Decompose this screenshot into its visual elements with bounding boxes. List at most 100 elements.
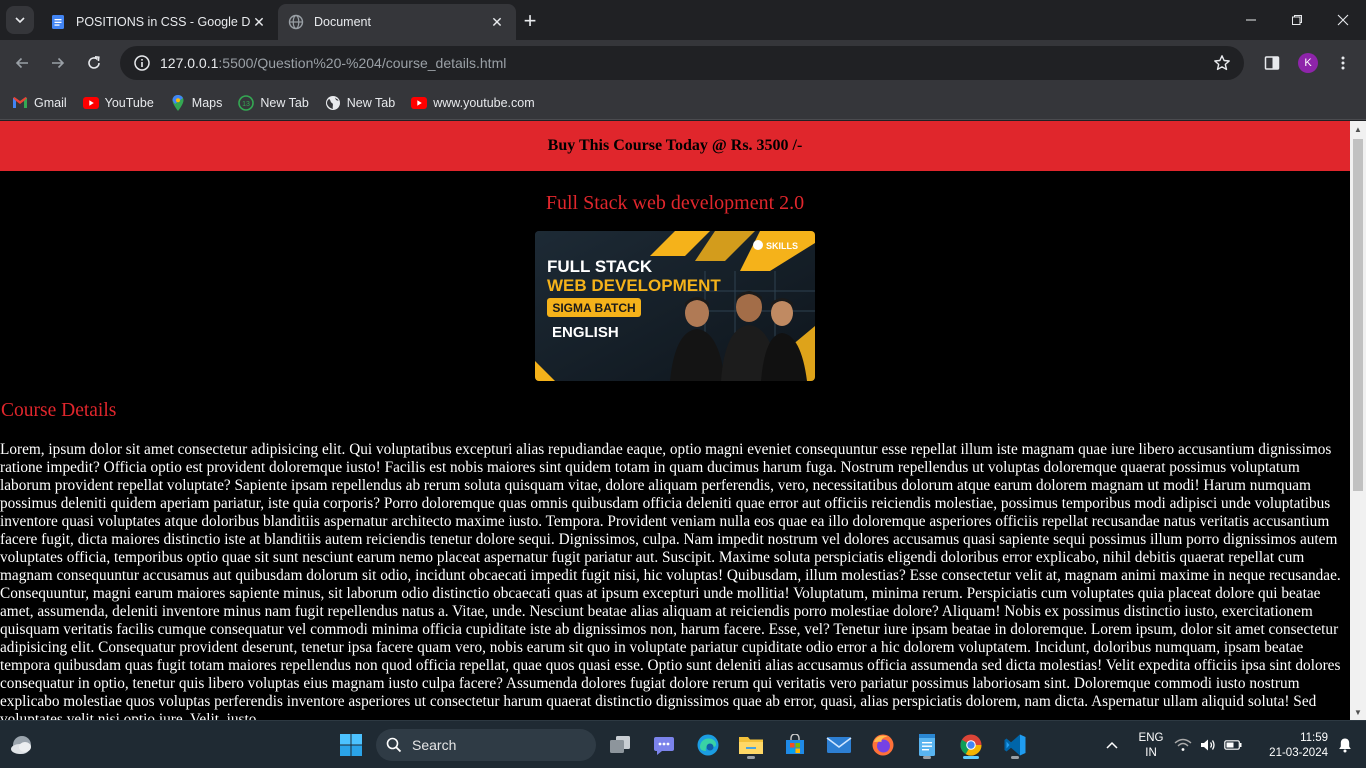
avatar: K <box>1298 53 1318 73</box>
bookmark-youtube[interactable]: YouTube <box>82 95 154 111</box>
vscode-button[interactable] <box>999 729 1031 761</box>
back-button[interactable] <box>7 48 37 78</box>
close-icon <box>1337 14 1349 26</box>
window-controls <box>1228 0 1366 40</box>
weather-widget[interactable] <box>6 729 38 761</box>
image-language: ENGLISH <box>552 324 619 341</box>
close-tab-icon[interactable]: ✕ <box>250 13 268 31</box>
address-bar[interactable]: 127.0.0.1:5500/Question%20-%204/course_d… <box>120 46 1244 80</box>
restore-button[interactable] <box>1274 0 1320 40</box>
file-explorer-button[interactable] <box>735 729 767 761</box>
forward-button[interactable] <box>43 48 73 78</box>
language-region: IN <box>1145 747 1157 759</box>
profile-button[interactable]: K <box>1293 48 1323 78</box>
bookmark-label: New Tab <box>346 95 396 110</box>
running-indicator <box>1011 756 1019 759</box>
url-text[interactable]: 127.0.0.1:5500/Question%20-%204/course_d… <box>160 55 506 71</box>
site-info-icon[interactable] <box>132 53 152 73</box>
mail-icon <box>826 737 852 753</box>
windows-logo-icon <box>340 734 362 756</box>
new-tab-button[interactable]: + <box>518 8 542 33</box>
arrow-right-icon <box>52 57 65 69</box>
image-line1: FULL STACK <box>547 257 653 276</box>
bookmark-label: www.youtube.com <box>433 95 535 110</box>
system-tray-status[interactable] <box>1172 729 1244 761</box>
vscode-icon <box>1004 734 1026 756</box>
bookmarks-bar: Gmail YouTube Maps 13 New Tab New Tab ww… <box>0 86 1366 120</box>
mail-button[interactable] <box>823 729 855 761</box>
globe-icon <box>325 95 341 111</box>
folder-icon <box>739 737 763 754</box>
chat-icon <box>654 737 674 755</box>
presenters-illustration <box>670 291 807 381</box>
reload-button[interactable] <box>79 48 109 78</box>
wifi-icon <box>1174 738 1192 751</box>
plus-icon: + <box>523 8 537 33</box>
close-window-button[interactable] <box>1320 0 1366 40</box>
ms-store-button[interactable] <box>779 729 811 761</box>
task-view-icon <box>610 736 630 753</box>
active-app-indicator <box>963 756 979 759</box>
firefox-button[interactable] <box>867 729 899 761</box>
bookmark-label: New Tab <box>260 95 309 110</box>
language-code: ENG <box>1138 732 1164 744</box>
chrome-icon <box>960 734 982 756</box>
menu-button[interactable] <box>1328 48 1358 78</box>
close-tab-icon[interactable]: ✕ <box>488 13 506 31</box>
edge-icon <box>697 734 719 756</box>
notification-center-button[interactable] <box>1332 729 1358 761</box>
chrome-button[interactable] <box>955 729 987 761</box>
teams-chat-button[interactable] <box>648 729 680 761</box>
cloud-icon <box>11 736 31 754</box>
minimize-button[interactable] <box>1228 0 1274 40</box>
browser-toolbar: 127.0.0.1:5500/Question%20-%204/course_d… <box>0 40 1366 86</box>
edge-browser-button[interactable] <box>692 729 724 761</box>
svg-text:13: 13 <box>242 100 250 107</box>
brand-text: SKILLS <box>766 241 798 251</box>
store-icon <box>786 734 804 754</box>
bookmark-youtube-com[interactable]: www.youtube.com <box>411 95 535 111</box>
tab-title: Document <box>314 15 371 29</box>
notepad-button[interactable] <box>911 729 943 761</box>
volume-icon <box>1201 739 1215 751</box>
task-view-button[interactable] <box>604 729 636 761</box>
page-scrollbar[interactable]: ▲ ▼ <box>1350 121 1366 720</box>
tab-search-button[interactable] <box>6 6 34 34</box>
bookmark-maps[interactable]: Maps <box>170 94 222 111</box>
clock-date: 21-03-2024 <box>1269 747 1328 759</box>
bookmark-new-tab-2[interactable]: New Tab <box>325 95 395 111</box>
firefox-icon <box>872 734 894 756</box>
minimize-icon <box>1246 19 1256 21</box>
show-hidden-icons-button[interactable] <box>1096 729 1128 761</box>
bookmark-gmail[interactable]: Gmail <box>12 95 67 111</box>
bell-icon <box>1339 738 1351 753</box>
course-page: Buy This Course Today @ Rs. 3500 /- Full… <box>0 121 1350 720</box>
clock[interactable]: 11:59 21-03-2024 <box>1256 731 1328 761</box>
scroll-up-arrow-icon[interactable]: ▲ <box>1350 121 1366 137</box>
clock-time: 11:59 <box>1300 732 1328 744</box>
tab-document[interactable]: Document ✕ <box>278 4 516 40</box>
bookmark-star-icon[interactable] <box>1212 53 1232 73</box>
scroll-down-arrow-icon[interactable]: ▼ <box>1350 704 1366 720</box>
side-panel-button[interactable] <box>1257 48 1287 78</box>
bookmark-new-tab-1[interactable]: 13 New Tab <box>238 94 309 111</box>
tab-google-doc[interactable]: POSITIONS in CSS - Google Doc ✕ <box>40 4 278 40</box>
start-button[interactable] <box>335 729 367 761</box>
chevron-down-icon <box>15 17 25 24</box>
gmail-icon <box>12 95 28 111</box>
search-label: Search <box>412 737 457 753</box>
more-vertical-icon <box>1341 56 1345 70</box>
battery-icon <box>1224 740 1242 750</box>
tab-strip: POSITIONS in CSS - Google Doc ✕ Document… <box>0 0 1366 40</box>
chevron-up-icon <box>1106 741 1118 749</box>
new-tab-badge-icon: 13 <box>238 94 255 111</box>
bookmark-label: Gmail <box>34 95 67 110</box>
page-viewport: Buy This Course Today @ Rs. 3500 /- Full… <box>0 121 1366 720</box>
taskbar-search[interactable]: Search <box>376 729 596 761</box>
course-thumbnail-image: SKILLS FULL STACK WEB DEVELOPMENT SIGMA … <box>535 231 815 381</box>
running-indicator <box>923 756 931 759</box>
scrollbar-thumb[interactable] <box>1353 139 1363 491</box>
language-indicator[interactable]: ENG IN <box>1136 731 1166 761</box>
running-indicator <box>747 756 755 759</box>
reload-icon <box>88 56 100 69</box>
